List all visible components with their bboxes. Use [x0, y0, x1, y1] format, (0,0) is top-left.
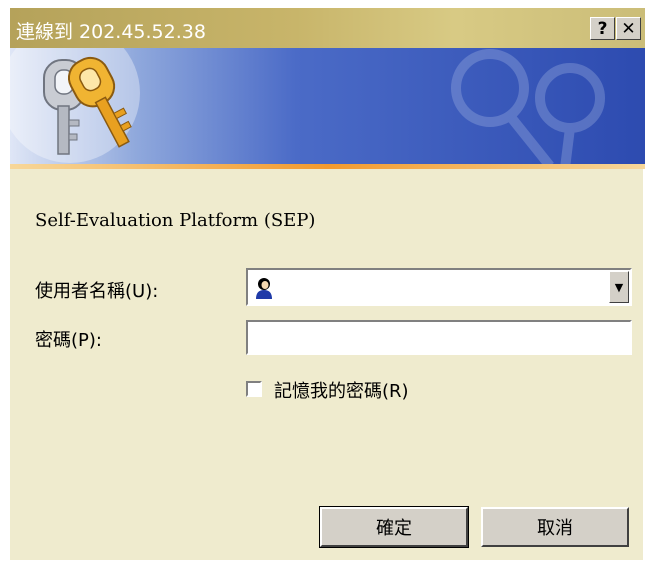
password-field[interactable] — [246, 320, 632, 355]
close-button[interactable]: ✕ — [616, 17, 641, 40]
dropdown-button[interactable]: ▼ — [609, 271, 629, 303]
window-title: 連線到 202.45.52.38 — [16, 21, 206, 43]
user-icon — [256, 278, 272, 299]
site-name: Self-Evaluation Platform (SEP) — [35, 210, 316, 231]
help-icon: ? — [597, 18, 608, 39]
close-icon: ✕ — [621, 18, 636, 39]
help-button[interactable]: ? — [590, 17, 615, 40]
keys-illustration — [10, 48, 605, 168]
title-bar[interactable]: 連線到 202.45.52.38 ? ✕ — [10, 8, 645, 48]
chevron-down-icon: ▼ — [614, 280, 624, 294]
password-label: 密碼(P): — [35, 330, 102, 351]
cancel-button[interactable]: 取消 — [481, 507, 629, 547]
login-dialog: 連線到 202.45.52.38 ? ✕ Self-Evaluation Pla… — [10, 8, 645, 560]
header-banner — [10, 48, 645, 168]
banner-accent-line — [10, 164, 645, 169]
ok-button[interactable]: 確定 — [319, 506, 469, 548]
username-label: 使用者名稱(U): — [35, 281, 159, 302]
remember-password-label[interactable]: 記憶我的密碼(R) — [274, 377, 409, 403]
username-combobox[interactable]: ▼ — [246, 268, 632, 306]
remember-password-checkbox[interactable] — [246, 381, 262, 397]
